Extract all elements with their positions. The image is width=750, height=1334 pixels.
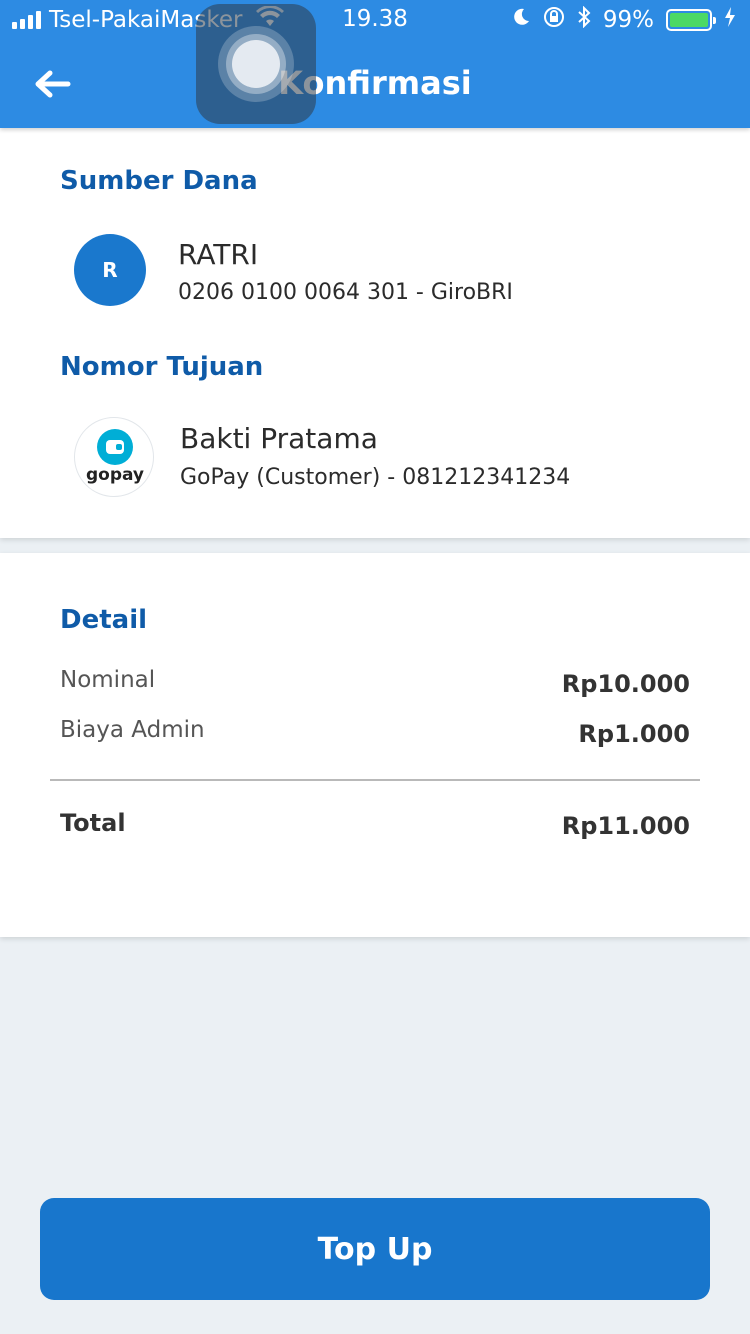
battery-icon bbox=[666, 9, 716, 31]
divider bbox=[50, 779, 700, 781]
gopay-logo: gopay bbox=[74, 417, 154, 497]
source-name: RATRI bbox=[178, 238, 259, 271]
nominal-label: Nominal bbox=[60, 667, 156, 693]
gopay-wallet-icon bbox=[97, 429, 133, 465]
page-title: Konfirmasi bbox=[278, 64, 472, 102]
source-section-title: Sumber Dana bbox=[60, 166, 258, 196]
battery-fill bbox=[670, 13, 708, 27]
total-value: Rp11.000 bbox=[561, 812, 690, 840]
bluetooth-icon bbox=[577, 5, 591, 34]
destination-name: Bakti Pratama bbox=[180, 422, 378, 455]
rotation-lock-icon bbox=[543, 6, 565, 34]
nominal-value: Rp10.000 bbox=[561, 670, 690, 698]
status-right: 99% bbox=[511, 5, 736, 34]
battery-percent: 99% bbox=[602, 7, 654, 33]
assistive-touch-button[interactable] bbox=[196, 4, 316, 124]
admin-fee-label: Biaya Admin bbox=[60, 717, 205, 743]
moon-icon bbox=[511, 7, 531, 33]
destination-section-title: Nomor Tujuan bbox=[60, 352, 264, 382]
top-up-button[interactable]: Top Up bbox=[40, 1198, 710, 1300]
detail-card: Detail Nominal Rp10.000 Biaya Admin Rp1.… bbox=[0, 553, 750, 937]
source-avatar: R bbox=[74, 234, 146, 306]
detail-section-title: Detail bbox=[60, 605, 148, 635]
app-header: Tsel-PakaiMasker 19.38 99% Konfirmasi bbox=[0, 0, 750, 128]
admin-fee-value: Rp1.000 bbox=[578, 720, 690, 748]
charging-icon bbox=[724, 7, 736, 33]
destination-account: GoPay (Customer) - 081212341234 bbox=[180, 465, 571, 490]
assistive-dot bbox=[232, 40, 280, 88]
source-account: 0206 0100 0064 301 - GiroBRI bbox=[178, 280, 513, 305]
status-bar: Tsel-PakaiMasker 19.38 99% bbox=[0, 0, 750, 40]
account-card: Sumber Dana R RATRI 0206 0100 0064 301 -… bbox=[0, 128, 750, 538]
nav-bar: Konfirmasi bbox=[0, 40, 750, 128]
gopay-logo-text: gopay bbox=[85, 465, 145, 485]
total-label: Total bbox=[60, 809, 126, 837]
